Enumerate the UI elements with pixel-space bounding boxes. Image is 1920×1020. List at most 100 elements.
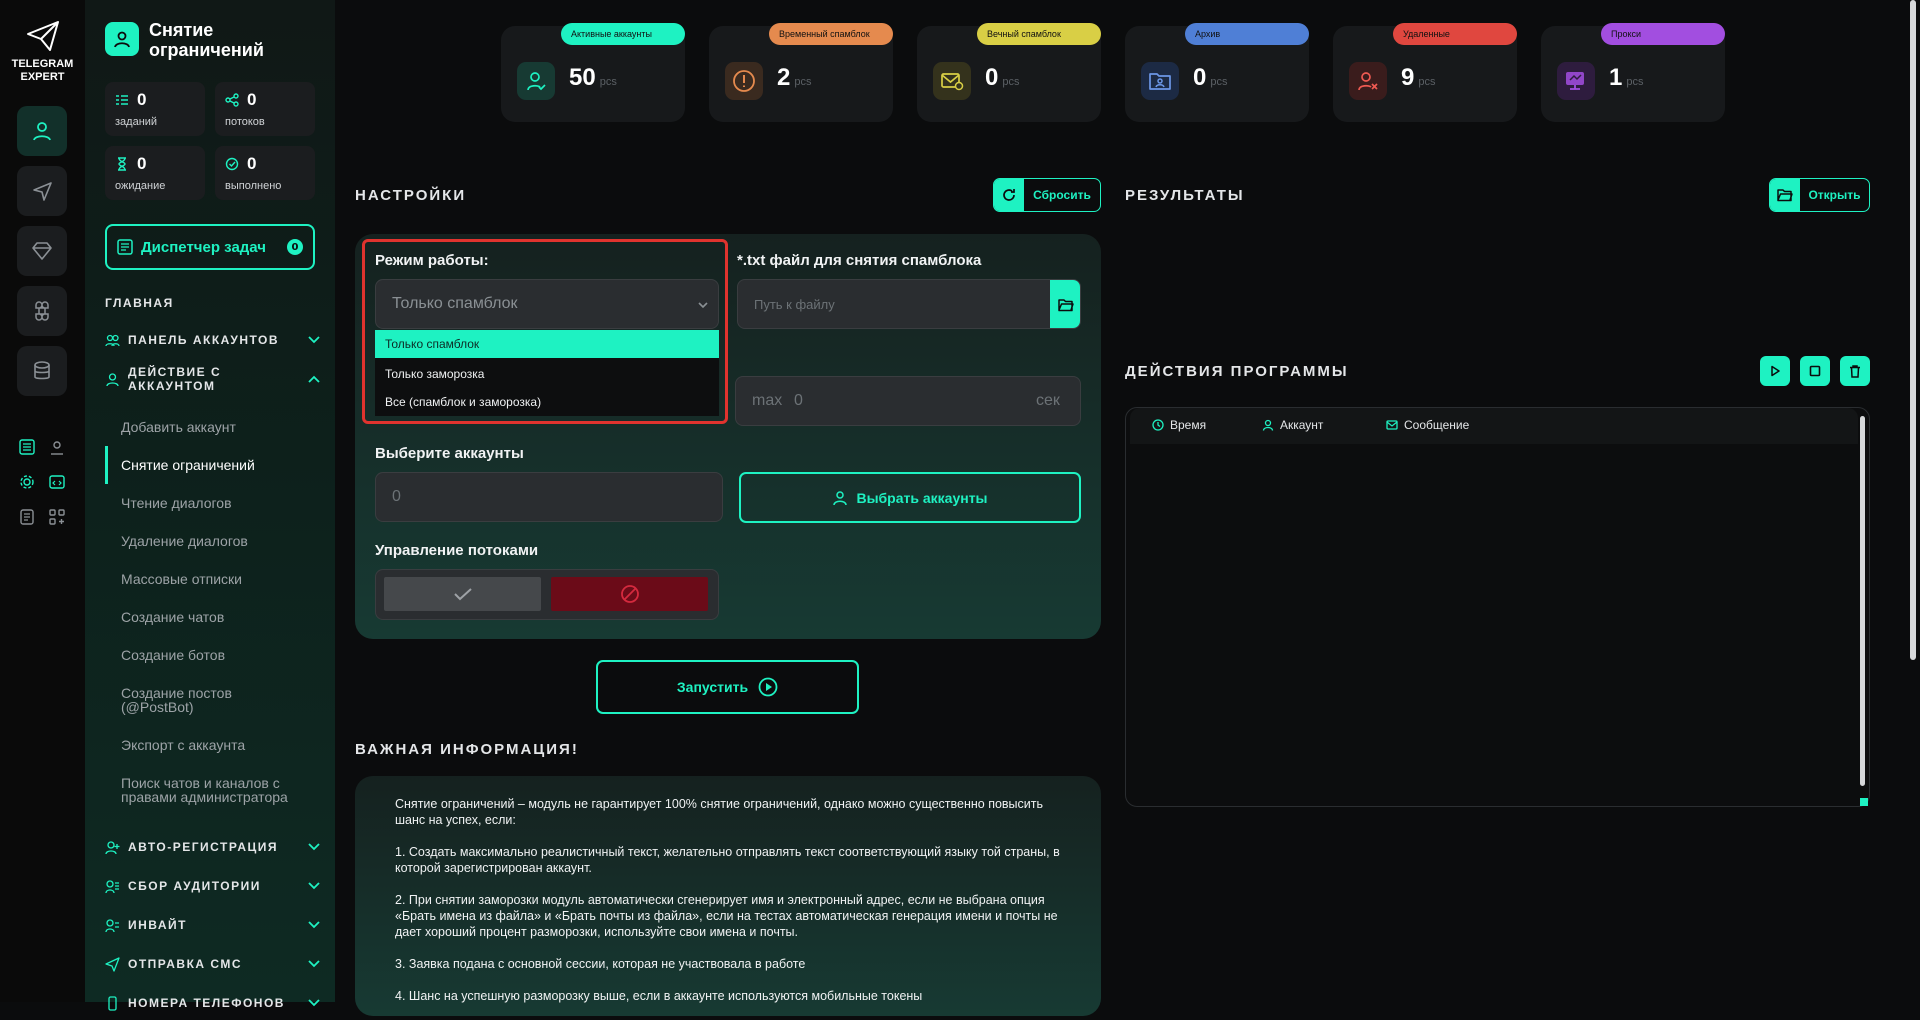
user-icon (1262, 419, 1274, 431)
open-results-button[interactable]: Открыть (1769, 178, 1870, 212)
sidebar-item-create-chats[interactable]: Создание чатов (121, 610, 316, 624)
play-circle-icon (758, 677, 778, 697)
actions-title: ДЕЙСТВИЯ ПРОГРАММЫ (1125, 363, 1349, 380)
choose-accounts-button[interactable]: Выбрать аккаунты (739, 472, 1081, 523)
send-icon (33, 182, 52, 201)
rail-database-button[interactable] (17, 346, 67, 396)
rail-mini-1[interactable] (16, 436, 38, 458)
log-resize-handle[interactable] (1860, 798, 1868, 806)
browse-folder-button[interactable] (1050, 280, 1080, 328)
user-list-icon (105, 879, 119, 893)
sidebar-item-add-account[interactable]: Добавить аккаунт (121, 420, 316, 434)
trash-icon (1850, 365, 1860, 378)
list-icon (19, 439, 35, 455)
actions-log-header (1130, 408, 1858, 444)
actions-log-panel (1125, 407, 1870, 807)
card-count: 1 pcs (1609, 64, 1644, 91)
card-label-pill: Вечный спамблок (977, 23, 1101, 45)
group-audience[interactable]: СБОР АУДИТОРИИ (105, 875, 320, 897)
rail-send-button[interactable] (17, 166, 67, 216)
chevron-down-icon (308, 999, 320, 1007)
card-archive[interactable]: Архив 0 pcs (1125, 23, 1309, 122)
group-phone-numbers[interactable]: НОМЕРА ТЕЛЕФОНОВ (105, 992, 320, 1014)
log-clear-button[interactable] (1840, 356, 1870, 386)
rail-mini-4[interactable] (46, 471, 68, 493)
stat-threads: 0 потоков (215, 82, 315, 136)
icon-rail: TELEGRAM EXPERT (0, 0, 85, 1002)
rail-mini-6[interactable] (46, 506, 68, 528)
card-label-pill: Удаленные (1393, 23, 1517, 45)
code-window-icon (49, 475, 65, 489)
sidebar-item-create-posts[interactable]: Создание постов (@PostBot) (121, 686, 261, 714)
rail-diamond-button[interactable] (17, 226, 67, 276)
phone-icon (108, 995, 117, 1011)
document-icon (20, 509, 34, 525)
sidebar-item-admin-search[interactable]: Поиск чатов и каналов с правами админист… (121, 776, 306, 804)
card-label-pill: Активные аккаунты (561, 23, 685, 45)
card-count: 9 pcs (1401, 64, 1436, 91)
tasks-icon (116, 95, 128, 105)
column-time[interactable]: Время (1152, 418, 1206, 432)
sidebar-item-delete-dialogs[interactable]: Удаление диалогов (121, 534, 316, 548)
rail-command-button[interactable] (17, 286, 67, 336)
card-deleted[interactable]: Удаленные 9 pcs (1333, 23, 1517, 122)
info-text: Снятие ограничений – модуль не гарантиру… (395, 796, 1075, 1020)
accounts-label: Выберите аккаунты (375, 445, 524, 462)
column-message[interactable]: Сообщение (1386, 418, 1469, 432)
log-stop-button[interactable] (1800, 356, 1830, 386)
threads-start-button[interactable] (384, 577, 541, 611)
sidebar: Снятие ограничений 0 заданий 0 потоков 0… (85, 0, 335, 1011)
stat-tasks: 0 заданий (105, 82, 205, 136)
group-accounts-panel[interactable]: ПАНЕЛЬ АККАУНТОВ (105, 329, 320, 351)
section-main-label: ГЛАВНАЯ (105, 296, 174, 310)
sidebar-item-read-dialogs[interactable]: Чтение диалогов (121, 496, 316, 510)
file-label: *.txt файл для снятия спамблока (737, 252, 982, 269)
column-account[interactable]: Аккаунт (1262, 418, 1323, 432)
accounts-count-input[interactable]: 0 (375, 472, 723, 522)
card-permanent-spamblock[interactable]: Вечный спамблок 0 pcs (917, 23, 1101, 122)
info-title: ВАЖНАЯ ИНФОРМАЦИЯ! (355, 741, 579, 758)
user-plus-icon (105, 840, 120, 854)
file-path-input[interactable]: Путь к файлу (737, 279, 1081, 329)
mail-blocked-icon (933, 62, 971, 100)
max-delay-input[interactable]: max 0 сек (735, 376, 1081, 426)
rail-mini-3[interactable] (16, 471, 38, 493)
reset-button[interactable]: Сбросить (993, 178, 1101, 212)
settings-title: НАСТРОЙКИ (355, 187, 467, 204)
card-proxy[interactable]: Прокси 1 pcs (1541, 23, 1725, 122)
rail-accounts-button[interactable] (17, 106, 67, 156)
card-temp-spamblock[interactable]: Временный спамблок 2 pcs (709, 23, 893, 122)
diamond-icon (32, 242, 52, 260)
sidebar-item-mass-unsubscribe[interactable]: Массовые отписки (121, 572, 316, 586)
sidebar-item-unban[interactable]: Снятие ограничений (121, 458, 316, 472)
card-count: 0 pcs (985, 64, 1020, 91)
info-panel: Снятие ограничений – модуль не гарантиру… (355, 776, 1101, 1016)
run-button[interactable]: Запустить (596, 660, 859, 714)
group-send-sms[interactable]: ОТПРАВКА СМС (105, 953, 320, 975)
check-icon (453, 588, 472, 601)
group-invite[interactable]: ИНВАЙТ (105, 914, 320, 936)
chevron-down-icon (308, 843, 320, 851)
clock-icon (1152, 419, 1164, 431)
app-logo[interactable]: TELEGRAM EXPERT (0, 20, 85, 84)
rail-mini-2[interactable] (46, 436, 68, 458)
page-scrollbar[interactable] (1910, 0, 1916, 660)
folder-open-icon (1058, 299, 1074, 312)
card-active-accounts[interactable]: Активные аккаунты 50 pcs (501, 23, 685, 122)
dispatcher-count-badge: 0 (287, 239, 303, 255)
log-scrollbar[interactable] (1860, 416, 1865, 786)
location-user-icon (51, 441, 63, 455)
rail-mini-5[interactable] (16, 506, 38, 528)
block-icon (620, 585, 639, 603)
sidebar-item-create-bots[interactable]: Создание ботов (121, 648, 316, 662)
threads-stop-button[interactable] (551, 577, 708, 611)
mail-icon (1386, 420, 1398, 430)
info-paragraph: 1. Создать максимально реалистичный текс… (395, 845, 1060, 875)
dispatcher-icon (117, 239, 133, 255)
group-auto-registration[interactable]: АВТО-РЕГИСТРАЦИЯ (105, 836, 320, 858)
sidebar-item-export[interactable]: Экспорт с аккаунта (121, 738, 316, 752)
log-play-button[interactable] (1760, 356, 1790, 386)
task-dispatcher-button[interactable]: Диспетчер задач 0 (105, 224, 315, 270)
chevron-up-icon (308, 375, 320, 383)
group-account-actions[interactable]: ДЕЙСТВИЕ С АККАУНТОМ (105, 365, 320, 393)
